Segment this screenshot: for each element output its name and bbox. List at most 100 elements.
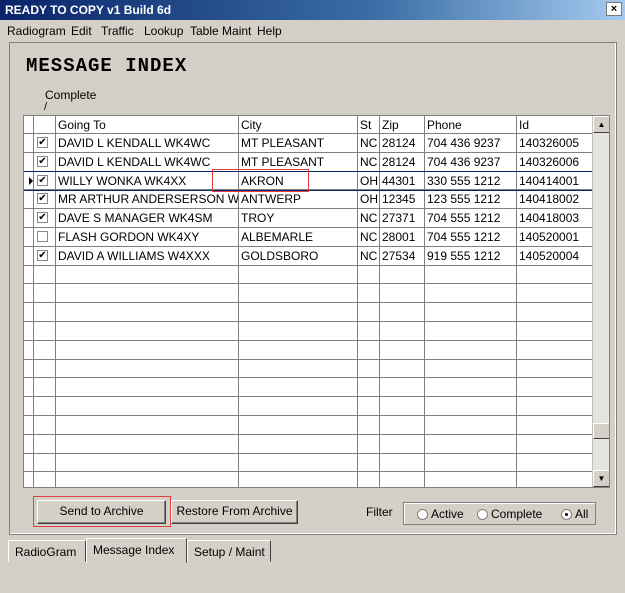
complete-checkbox[interactable]: ✔ (37, 174, 48, 186)
cell-zip[interactable]: 44301 (379, 172, 424, 190)
cell-zip[interactable]: 28124 (379, 134, 424, 152)
table-row[interactable]: ✔ DAVID L KENDALL WK4WC MT PLEASANT NC 28124… (24, 134, 594, 152)
table-row[interactable]: ✔ MR ARTHUR ANDERSERSON WA ANTWERP OH 12345 1… (24, 190, 594, 208)
table-row[interactable]: ✔ DAVE S MANAGER WK4SM TROY NC 27371 704 555 … (24, 209, 594, 227)
window-titlebar: READY TO COPY v1 Build 6d × (0, 0, 625, 20)
cell-going-to[interactable]: DAVID L KENDALL WK4WC (55, 134, 238, 152)
vertical-scrollbar[interactable]: ▲ ▼ (592, 116, 609, 487)
menu-lookup[interactable]: Lookup (144, 24, 183, 38)
radio-all-label[interactable]: All (575, 507, 588, 521)
menu-radiogram[interactable]: Radiogram (7, 24, 66, 38)
cell-st[interactable]: NC (357, 134, 379, 152)
cell-st[interactable]: NC (357, 209, 379, 227)
menu-bar: Radiogram Edit Traffic Lookup Table Main… (0, 21, 625, 41)
cell-going-to[interactable]: FLASH GORDON WK4XY (55, 228, 238, 246)
cell-city[interactable]: MT PLEASANT (238, 134, 357, 152)
tab-message-index[interactable]: Message Index (86, 538, 187, 563)
cell-id[interactable]: 140418002 (516, 190, 592, 208)
column-header-st[interactable]: St (357, 116, 379, 134)
column-header-id[interactable]: Id (516, 116, 592, 134)
cell-zip[interactable]: 27371 (379, 209, 424, 227)
restore-from-archive-button[interactable]: Restore From Archive (171, 500, 298, 524)
cell-st[interactable]: NC (357, 153, 379, 171)
window-title: READY TO COPY v1 Build 6d (5, 3, 172, 17)
cell-phone[interactable]: 704 555 1212 (424, 228, 516, 246)
tab-setup-maint[interactable]: Setup / Maint (187, 540, 271, 562)
grid-row-line (24, 302, 594, 304)
cell-going-to[interactable]: MR ARTHUR ANDERSERSON WA (55, 190, 238, 208)
cell-zip[interactable]: 27534 (379, 247, 424, 265)
cell-phone[interactable]: 123 555 1212 (424, 190, 516, 208)
cell-city[interactable]: GOLDSBORO (238, 247, 357, 265)
cell-id[interactable]: 140418003 (516, 209, 592, 227)
radio-selected-dot (565, 513, 568, 516)
column-header-zip[interactable]: Zip (379, 116, 424, 134)
menu-traffic[interactable]: Traffic (101, 24, 134, 38)
table-row[interactable]: ✔ WILLY WONKA WK4XX AKRON OH 44301 330 555 12… (24, 170, 595, 191)
row-selector-arrow-icon (29, 176, 33, 185)
send-to-archive-button[interactable]: Send to Archive (37, 500, 166, 524)
cell-city[interactable]: ANTWERP (238, 190, 357, 208)
close-icon[interactable]: × (606, 2, 622, 16)
cell-phone[interactable]: 704 436 9237 (424, 134, 516, 152)
grid-row-line (24, 358, 594, 360)
radio-active-label[interactable]: Active (431, 507, 464, 521)
filter-label: Filter (366, 505, 393, 519)
column-header-phone[interactable]: Phone (424, 116, 516, 134)
cell-st[interactable]: OH (357, 190, 379, 208)
cell-going-to[interactable]: DAVE S MANAGER WK4SM (55, 209, 238, 227)
cell-phone[interactable]: 330 555 1212 (424, 172, 516, 190)
grid-row-line (24, 339, 594, 341)
complete-checkbox[interactable]: ✔ (37, 137, 48, 148)
grid-row-line (24, 321, 594, 322)
radio-complete-label[interactable]: Complete (491, 507, 542, 521)
cell-id[interactable]: 140326006 (516, 153, 592, 171)
cell-st[interactable]: OH (357, 172, 379, 190)
cell-st[interactable]: NC (357, 228, 379, 246)
menu-edit[interactable]: Edit (71, 24, 92, 38)
scroll-up-arrow-icon[interactable]: ▲ (593, 116, 609, 133)
complete-slash: / (44, 101, 48, 113)
radio-complete[interactable] (477, 509, 488, 520)
message-grid[interactable]: Going To City St Zip Phone Id ✔ DAVID L K… (23, 115, 610, 488)
column-header-going-to[interactable]: Going To (55, 116, 238, 134)
menu-table-maint[interactable]: Table Maint (190, 24, 251, 38)
cell-st[interactable]: NC (357, 247, 379, 265)
cell-going-to[interactable]: WILLY WONKA WK4XX (55, 172, 238, 190)
cell-phone[interactable]: 704 555 1212 (424, 209, 516, 227)
complete-checkbox[interactable]: ✔ (37, 193, 48, 205)
grid-row-line (24, 283, 594, 285)
cell-id[interactable]: 140414001 (516, 172, 592, 190)
radio-active[interactable] (417, 509, 428, 520)
grid-row-line (24, 415, 594, 416)
cell-zip[interactable]: 28001 (379, 228, 424, 246)
cell-going-to[interactable]: DAVID A WILLIAMS W4XXX (55, 247, 238, 265)
cell-id[interactable]: 140520001 (516, 228, 592, 246)
scroll-down-arrow-icon[interactable]: ▼ (593, 470, 609, 487)
cell-phone[interactable]: 704 436 9237 (424, 153, 516, 171)
radio-all[interactable] (561, 509, 572, 520)
table-row[interactable]: FLASH GORDON WK4XY ALBEMARLE NC 28001 704 55… (24, 228, 594, 246)
cell-phone[interactable]: 919 555 1212 (424, 247, 516, 265)
table-row[interactable]: ✔ DAVID L KENDALL WK4WC MT PLEASANT NC 28124… (24, 153, 594, 171)
cell-zip[interactable]: 28124 (379, 153, 424, 171)
complete-checkbox[interactable]: ✔ (37, 212, 48, 224)
grid-row-line (24, 396, 594, 398)
grid-row-line (24, 471, 594, 473)
menu-help[interactable]: Help (257, 24, 282, 38)
cell-id[interactable]: 140326005 (516, 134, 592, 152)
complete-checkbox[interactable]: ✔ (37, 155, 48, 167)
cell-city[interactable]: TROY (238, 209, 357, 227)
complete-checkbox[interactable]: ✔ (37, 249, 48, 261)
grid-row-line (24, 433, 594, 435)
complete-checkbox[interactable] (37, 231, 48, 242)
cell-zip[interactable]: 12345 (379, 190, 424, 208)
scroll-thumb[interactable] (593, 423, 609, 439)
table-row[interactable]: ✔ DAVID A WILLIAMS W4XXX GOLDSBORO NC 27534 9… (24, 247, 594, 265)
city-highlight-box (212, 169, 309, 192)
cell-going-to[interactable]: DAVID L KENDALL WK4WC (55, 153, 238, 171)
tab-radiogram[interactable]: RadioGram (8, 540, 86, 562)
cell-id[interactable]: 140520004 (516, 247, 592, 265)
column-header-city[interactable]: City (238, 116, 357, 134)
cell-city[interactable]: ALBEMARLE (238, 228, 357, 246)
